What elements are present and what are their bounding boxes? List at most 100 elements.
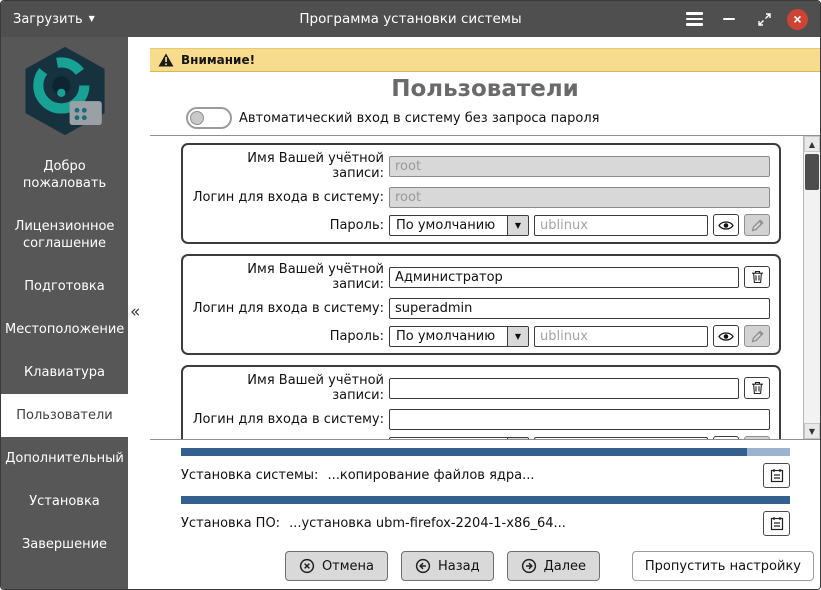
- scrollbar-track[interactable]: [804, 152, 820, 423]
- user-form-card-root: Имя Вашей учётной записи: Логин для вход…: [181, 143, 781, 244]
- titlebar: Загрузить ▼ Программа установки системы …: [1, 1, 820, 37]
- load-button[interactable]: Загрузить ▼: [13, 12, 95, 27]
- next-label: Далее: [543, 558, 587, 574]
- login-row: Логин для входа в систему:: [192, 298, 770, 319]
- pencil-icon: [751, 329, 764, 342]
- chevron-down-icon: ▼: [88, 14, 95, 23]
- login-input[interactable]: [389, 409, 770, 430]
- scroll-up-button[interactable]: ▲: [804, 136, 820, 152]
- sidebar-item-location[interactable]: Местоположение: [1, 308, 128, 351]
- progress-section: Установка системы: ...копирование файлов…: [150, 440, 820, 544]
- back-button[interactable]: Назад: [401, 551, 494, 581]
- user-forms: Имя Вашей учётной записи: Логин для вход…: [150, 136, 803, 439]
- password-mode-select[interactable]: По умолчанию ▼: [389, 325, 529, 347]
- cancel-button[interactable]: Отмена: [284, 551, 389, 581]
- sidebar-nav: Добро пожаловать Лицензионное соглашение…: [1, 145, 128, 566]
- autologin-label: Автоматический вход в систему без запрос…: [239, 110, 600, 126]
- hamburger-icon: [685, 12, 703, 26]
- system-log-button[interactable]: [763, 463, 790, 488]
- software-progress-bar: [181, 496, 790, 504]
- warning-text: Внимание!: [181, 53, 256, 67]
- scrollbar[interactable]: ▲ ▼: [803, 136, 820, 439]
- warning-banner: Внимание!: [150, 48, 820, 72]
- software-progress-label: Установка ПО:: [181, 516, 281, 531]
- maximize-button[interactable]: [752, 7, 776, 31]
- sidebar-item-preparation[interactable]: Подготовка: [1, 265, 128, 308]
- login-input[interactable]: [389, 298, 770, 319]
- back-arrow-icon: [415, 558, 431, 574]
- sidebar-collapse-button[interactable]: «: [130, 302, 140, 322]
- show-password-button[interactable]: [713, 214, 739, 236]
- system-progress-fill: [181, 448, 748, 456]
- password-label: Пароль:: [329, 217, 384, 233]
- close-button[interactable]: ×: [787, 8, 808, 30]
- scroll-down-button[interactable]: ▼: [804, 423, 820, 439]
- load-button-label: Загрузить: [13, 11, 83, 27]
- login-label: Логин для входа в систему:: [192, 301, 384, 316]
- sidebar: Добро пожаловать Лицензионное соглашение…: [1, 37, 128, 589]
- account-name-input[interactable]: [389, 377, 739, 399]
- account-name-input: [389, 155, 770, 177]
- log-icon: [770, 469, 783, 483]
- delete-user-button[interactable]: [744, 266, 770, 288]
- system-progress-label: Установка системы:: [181, 468, 319, 483]
- next-button[interactable]: Далее: [506, 551, 601, 581]
- delete-user-button[interactable]: [744, 377, 770, 399]
- password-input[interactable]: [534, 325, 708, 347]
- sidebar-item-keyboard[interactable]: Клавиатура: [1, 351, 128, 394]
- password-mode-value: По умолчанию: [396, 217, 496, 233]
- sidebar-item-users[interactable]: Пользователи: [1, 394, 128, 437]
- content: « Внимание! Пользователи Автоматический …: [128, 37, 820, 589]
- sidebar-item-welcome[interactable]: Добро пожаловать: [1, 145, 128, 205]
- password-input[interactable]: [534, 214, 708, 236]
- cancel-label: Отмена: [321, 558, 375, 574]
- password-mode-value: По умолчанию: [396, 328, 496, 344]
- next-arrow-icon: [521, 558, 536, 574]
- edit-password-button: [744, 325, 770, 347]
- system-progress-bar: [181, 448, 790, 456]
- chevron-down-icon: ▼: [507, 326, 528, 346]
- footer: Отмена Назад Далее Пропустить настройку: [150, 544, 820, 589]
- account-name-label: Имя Вашей учётной записи:: [247, 373, 384, 403]
- software-progress-fill: [181, 496, 790, 504]
- system-progress-status: ...копирование файлов ядра...: [327, 468, 535, 483]
- menu-button[interactable]: [682, 7, 706, 31]
- password-row: Пароль: По умолчанию ▼: [192, 214, 770, 236]
- skip-setup-button[interactable]: Пропустить настройку: [631, 551, 814, 581]
- autologin-row: Автоматический вход в систему без запрос…: [186, 107, 820, 129]
- pencil-icon: [751, 218, 764, 231]
- sidebar-item-additional[interactable]: Дополнительный: [1, 437, 128, 480]
- password-label: Пароль:: [329, 328, 384, 344]
- sidebar-item-license[interactable]: Лицензионное соглашение: [1, 205, 128, 265]
- show-password-button[interactable]: [713, 325, 739, 347]
- show-password-button[interactable]: [713, 436, 739, 439]
- password-row: Пароль: По умолчанию ▼: [192, 325, 770, 347]
- log-icon: [770, 517, 783, 531]
- software-log-button[interactable]: [763, 511, 790, 536]
- account-name-label: Имя Вашей учётной записи:: [247, 151, 384, 181]
- minimize-button[interactable]: [717, 7, 741, 31]
- system-progress-row: Установка системы: ...копирование файлов…: [181, 463, 790, 488]
- account-name-input[interactable]: [389, 266, 739, 288]
- password-mode-value: По умолчанию: [390, 438, 507, 440]
- window-controls: ×: [682, 7, 808, 31]
- expand-icon: [757, 12, 771, 26]
- sidebar-item-installation[interactable]: Установка: [1, 480, 128, 523]
- password-input[interactable]: [534, 436, 708, 439]
- wizard-buttons: Отмена Назад Далее: [284, 551, 601, 581]
- login-row: Логин для входа в систему:: [192, 187, 770, 208]
- software-progress-status: ...установка ubm-firefox-2204-1-x86_64..…: [289, 516, 566, 531]
- warning-icon: [158, 53, 174, 67]
- sidebar-item-completion[interactable]: Завершение: [1, 523, 128, 566]
- password-mode-select[interactable]: По умолчанию ▼: [389, 436, 529, 440]
- toggle-knob-icon: [190, 110, 204, 125]
- autologin-toggle[interactable]: [186, 107, 232, 129]
- password-row: Пароль: По умолчанию ▼: [192, 436, 770, 439]
- installer-window: Загрузить ▼ Программа установки системы …: [0, 0, 821, 590]
- back-label: Назад: [438, 558, 480, 574]
- login-row: Логин для входа в систему:: [192, 409, 770, 430]
- account-name-label: Имя Вашей учётной записи:: [247, 262, 384, 292]
- minimize-icon: [723, 17, 735, 21]
- scrollbar-thumb[interactable]: [805, 154, 819, 190]
- password-mode-select[interactable]: По умолчанию ▼: [389, 214, 529, 236]
